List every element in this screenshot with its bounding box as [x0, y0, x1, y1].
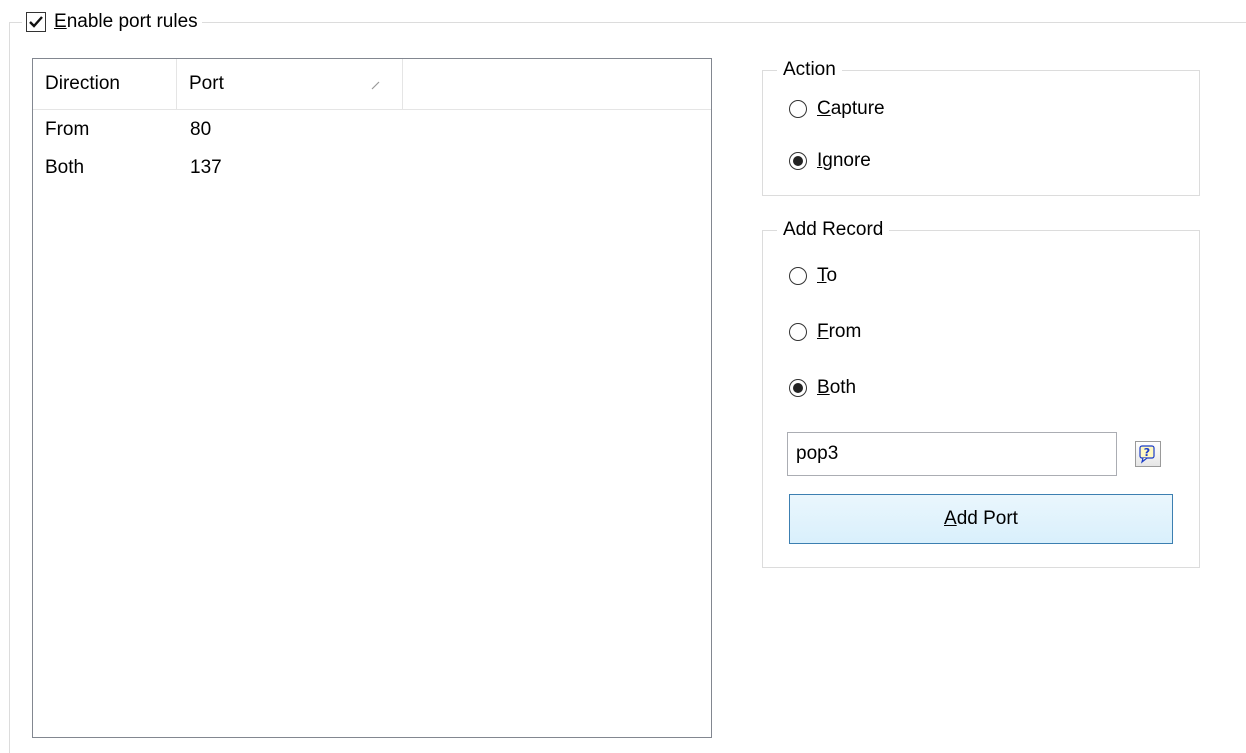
radio-circle[interactable]: [789, 267, 807, 285]
radio-label: To: [817, 265, 838, 286]
radio-label: Both: [817, 377, 857, 398]
action-legend: Action: [777, 56, 842, 84]
port-rules-panel: Enable port rules Direction Port From 80…: [0, 0, 1246, 753]
sort-indicator-icon: [371, 81, 380, 90]
radio-circle[interactable]: [789, 152, 807, 170]
enable-port-rules-checkbox[interactable]: Enable port rules: [22, 7, 202, 37]
action-capture-radio[interactable]: Capture: [789, 95, 885, 123]
radio-label: Ignore: [817, 150, 871, 171]
radio-selected-dot: [793, 383, 803, 393]
help-balloon-icon: ?: [1139, 445, 1155, 464]
help-button[interactable]: ?: [1135, 441, 1161, 467]
cell-direction: From: [45, 119, 90, 140]
add-record-group: Add Record To From Both ? Add Port: [762, 216, 1200, 568]
cell-port: 137: [190, 157, 222, 178]
add-record-from-radio[interactable]: From: [789, 318, 861, 346]
add-record-both-radio[interactable]: Both: [789, 374, 856, 402]
table-row[interactable]: Both 137: [33, 153, 711, 183]
enable-port-rules-label: Enable port rules: [54, 11, 198, 32]
add-port-button[interactable]: Add Port: [789, 494, 1173, 544]
radio-selected-dot: [793, 156, 803, 166]
svg-text:?: ?: [1144, 446, 1150, 459]
add-record-to-radio[interactable]: To: [789, 262, 837, 290]
checkmark-icon: [29, 16, 43, 28]
port-input[interactable]: [787, 432, 1117, 476]
list-header: Direction Port: [33, 59, 711, 110]
action-ignore-radio[interactable]: Ignore: [789, 147, 871, 175]
checkbox-box[interactable]: [26, 12, 46, 32]
add-record-legend: Add Record: [777, 216, 890, 244]
radio-label: Capture: [817, 98, 885, 119]
radio-circle[interactable]: [789, 379, 807, 397]
column-header-port[interactable]: Port: [177, 59, 403, 109]
table-row[interactable]: From 80: [33, 115, 711, 145]
add-port-label: Add Port: [944, 508, 1018, 529]
cell-port: 80: [190, 119, 212, 140]
radio-label: From: [817, 321, 862, 342]
cell-direction: Both: [45, 157, 85, 178]
column-label-port: Port: [189, 73, 224, 94]
column-label-direction: Direction: [45, 73, 120, 94]
radio-circle[interactable]: [789, 100, 807, 118]
port-list[interactable]: Direction Port From 80 Both 137: [32, 58, 712, 738]
column-header-direction[interactable]: Direction: [33, 59, 177, 109]
radio-circle[interactable]: [789, 323, 807, 341]
action-group: Action Capture Ignore: [762, 56, 1200, 196]
